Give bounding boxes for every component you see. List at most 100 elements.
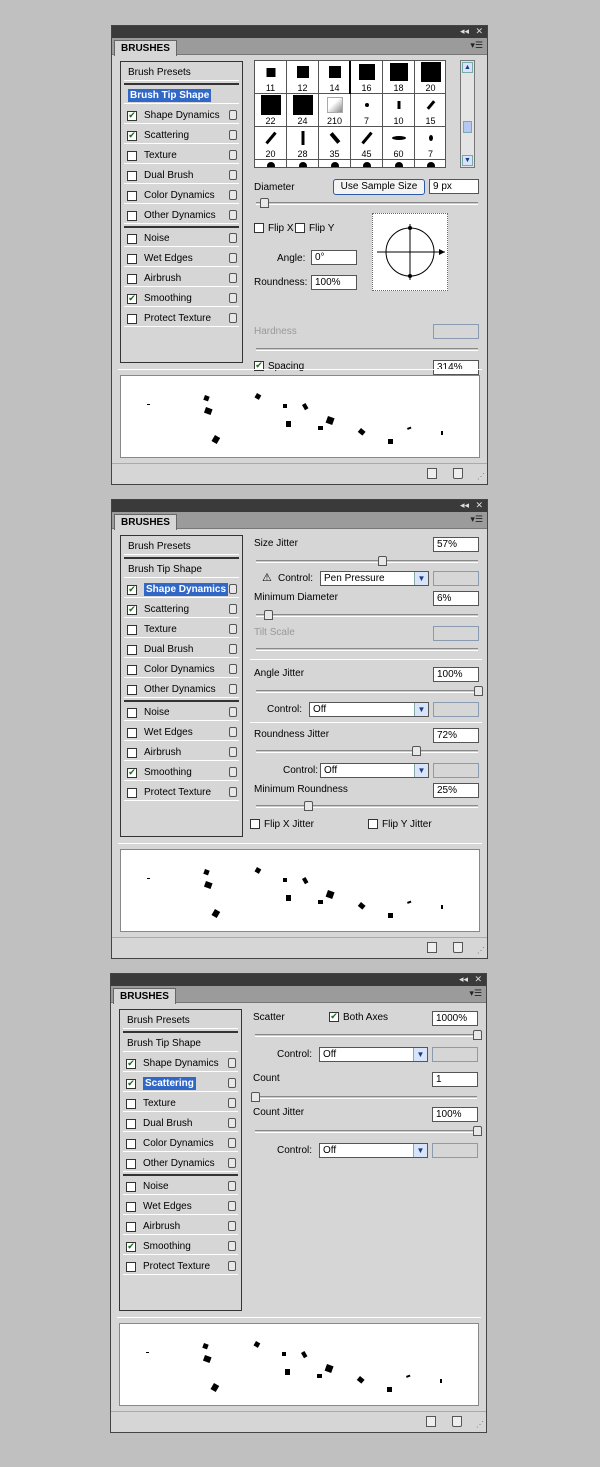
trash-icon[interactable]: [452, 1416, 462, 1427]
angle-jitter-slider[interactable]: [256, 690, 478, 693]
lock-icon[interactable]: [229, 190, 237, 200]
lock-icon[interactable]: [228, 1181, 236, 1191]
brush-tip[interactable]: [319, 160, 351, 167]
resize-grip-icon[interactable]: ⋰: [476, 1420, 484, 1429]
count-jitter-input[interactable]: 100%: [432, 1107, 478, 1122]
option-checkbox[interactable]: [126, 1222, 136, 1232]
minimum-diameter-slider[interactable]: [256, 614, 478, 617]
option-airbrush[interactable]: Airbrush: [123, 1218, 238, 1235]
option-checkbox[interactable]: [127, 211, 137, 221]
trash-icon[interactable]: [453, 942, 463, 953]
lock-icon[interactable]: [228, 1078, 236, 1088]
collapse-icon[interactable]: ◂◂: [459, 974, 468, 986]
brush-tip[interactable]: 16: [349, 61, 385, 96]
option-checkbox[interactable]: [127, 625, 137, 635]
lock-icon[interactable]: [229, 727, 237, 737]
option-checkbox[interactable]: ✔: [127, 294, 137, 304]
option-brush-presets[interactable]: Brush Presets: [124, 64, 239, 81]
close-icon[interactable]: ✕: [475, 26, 483, 38]
brush-tip[interactable]: 210: [319, 94, 351, 127]
angle-roundness-preview[interactable]: [372, 213, 448, 291]
new-preset-icon[interactable]: [426, 1416, 436, 1427]
option-texture[interactable]: Texture: [124, 621, 239, 638]
flip-x-checkbox[interactable]: [254, 223, 264, 233]
lock-icon[interactable]: [229, 233, 237, 243]
lock-icon[interactable]: [229, 584, 237, 594]
brush-tip[interactable]: 20: [415, 61, 445, 94]
lock-icon[interactable]: [228, 1058, 236, 1068]
brush-tip[interactable]: [383, 160, 415, 167]
trash-icon[interactable]: [453, 468, 463, 479]
lock-icon[interactable]: [228, 1261, 236, 1271]
control-select-2[interactable]: Off ▼: [319, 1143, 428, 1158]
diameter-slider[interactable]: [256, 202, 478, 205]
option-checkbox[interactable]: [127, 314, 137, 324]
option-checkbox[interactable]: [127, 234, 137, 244]
brush-tip[interactable]: 28: [287, 127, 319, 160]
lock-icon[interactable]: [229, 604, 237, 614]
lock-icon[interactable]: [228, 1098, 236, 1108]
option-shape-dynamics[interactable]: ✔ Shape Dynamics: [124, 107, 239, 124]
brush-tip[interactable]: 20: [255, 127, 287, 160]
option-protect-texture[interactable]: Protect Texture: [123, 1258, 238, 1275]
option-other-dynamics[interactable]: Other Dynamics: [124, 681, 239, 698]
brush-tip[interactable]: 18: [383, 61, 415, 94]
option-checkbox[interactable]: [126, 1119, 136, 1129]
option-scattering[interactable]: ✔ Scattering: [124, 127, 239, 144]
lock-icon[interactable]: [229, 313, 237, 323]
brush-tip[interactable]: [351, 160, 383, 167]
option-color-dynamics[interactable]: Color Dynamics: [123, 1135, 238, 1152]
option-brush-tip-shape[interactable]: Brush Tip Shape: [124, 561, 239, 578]
brush-tip[interactable]: [255, 160, 287, 167]
brush-tip[interactable]: 11: [255, 61, 287, 94]
option-brush-tip-shape[interactable]: Brush Tip Shape: [124, 87, 239, 104]
lock-icon[interactable]: [229, 787, 237, 797]
option-checkbox[interactable]: [126, 1099, 136, 1109]
scatter-slider-thumb[interactable]: [473, 1030, 482, 1040]
scatter-slider[interactable]: [255, 1034, 477, 1037]
option-airbrush[interactable]: Airbrush: [124, 744, 239, 761]
lock-icon[interactable]: [229, 293, 237, 303]
option-checkbox[interactable]: [127, 274, 137, 284]
lock-icon[interactable]: [228, 1241, 236, 1251]
lock-icon[interactable]: [229, 707, 237, 717]
lock-icon[interactable]: [229, 273, 237, 283]
option-wet-edges[interactable]: Wet Edges: [123, 1198, 238, 1215]
collapse-icon[interactable]: ◂◂: [460, 500, 469, 512]
option-checkbox[interactable]: [127, 151, 137, 161]
option-checkbox[interactable]: [126, 1182, 136, 1192]
option-smoothing[interactable]: ✔ Smoothing: [124, 764, 239, 781]
scatter-input[interactable]: 1000%: [432, 1011, 478, 1026]
option-color-dynamics[interactable]: Color Dynamics: [124, 661, 239, 678]
option-checkbox[interactable]: [127, 728, 137, 738]
tab-brushes[interactable]: BRUSHES: [114, 40, 177, 56]
option-checkbox[interactable]: [127, 171, 137, 181]
brush-tip[interactable]: 14: [319, 61, 351, 94]
option-checkbox[interactable]: [127, 191, 137, 201]
roundness-input[interactable]: 100%: [311, 275, 357, 290]
option-brush-presets[interactable]: Brush Presets: [123, 1012, 238, 1029]
lock-icon[interactable]: [228, 1158, 236, 1168]
lock-icon[interactable]: [229, 253, 237, 263]
option-checkbox[interactable]: [127, 254, 137, 264]
option-checkbox[interactable]: [127, 708, 137, 718]
option-checkbox[interactable]: ✔: [127, 768, 137, 778]
brush-tip[interactable]: 35: [319, 127, 351, 160]
minimum-diameter-input[interactable]: 6%: [433, 591, 479, 606]
brush-tip[interactable]: 24: [287, 94, 319, 127]
brush-tip[interactable]: 60: [383, 127, 415, 160]
brush-tip[interactable]: [415, 160, 445, 167]
control-select-2[interactable]: Off ▼: [309, 702, 429, 717]
close-icon[interactable]: ✕: [475, 500, 483, 512]
lock-icon[interactable]: [228, 1138, 236, 1148]
angle-jitter-input[interactable]: 100%: [433, 667, 479, 682]
new-preset-icon[interactable]: [427, 468, 437, 479]
lock-icon[interactable]: [229, 130, 237, 140]
new-preset-icon[interactable]: [427, 942, 437, 953]
option-protect-texture[interactable]: Protect Texture: [124, 310, 239, 327]
close-icon[interactable]: ✕: [474, 974, 482, 986]
size-jitter-slider[interactable]: [256, 560, 478, 563]
roundness-jitter-slider-thumb[interactable]: [412, 746, 421, 756]
size-jitter-slider-thumb[interactable]: [378, 556, 387, 566]
option-dual-brush[interactable]: Dual Brush: [123, 1115, 238, 1132]
